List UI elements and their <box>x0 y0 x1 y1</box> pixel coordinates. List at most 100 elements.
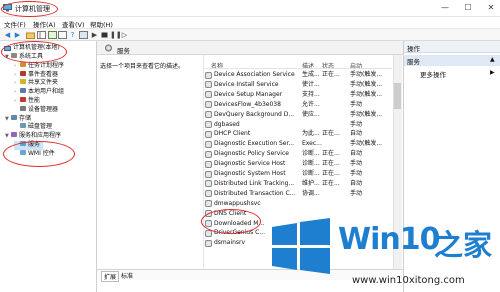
tree-item-label: 共享文件夹 <box>28 79 59 87</box>
service-name: DevQuery Background D... <box>214 110 295 118</box>
tree-item-label: 服务和应用程序 <box>19 132 62 140</box>
title-bar <box>0 0 500 17</box>
tree-item-label: 性能 <box>28 97 41 104</box>
service-name: DHCP Client <box>214 130 251 138</box>
service-gear-icon <box>205 150 212 158</box>
show-tree-icon[interactable] <box>37 31 46 39</box>
tree-node-icon <box>20 70 26 76</box>
service-row[interactable]: dgbased 手动 <box>204 120 392 130</box>
service-status: 正在... <box>322 170 340 177</box>
service-startup-type: 手动(触发... <box>350 110 383 118</box>
service-name: Device Setup Manager <box>214 90 283 98</box>
tree-item[interactable]: › 共享文件夹 <box>14 79 58 88</box>
menu-view[interactable]: 查看(V) <box>62 19 85 29</box>
tree-item[interactable]: › 本地用户和组 <box>14 88 64 97</box>
service-row[interactable]: Diagnostic Execution Ser... Exec... 手动(触发.… <box>204 139 392 149</box>
pause-icon[interactable]: ❚❚ <box>110 31 122 39</box>
service-status: 正在... <box>322 150 340 158</box>
service-name: Diagnostic Execution Ser... <box>214 140 295 148</box>
more-actions[interactable]: 更多操作 <box>420 69 446 79</box>
annotation-ellipse-root <box>1 41 67 63</box>
service-gear-icon <box>205 180 212 188</box>
help-icon[interactable]: ? <box>68 31 77 39</box>
service-row[interactable]: Device Association Service 生成... 正在... 手动(触… <box>204 70 392 80</box>
service-status: 正在... <box>322 160 340 168</box>
tab-extended[interactable]: 扩展 <box>101 271 120 282</box>
service-startup-type: 手动 <box>350 120 363 128</box>
service-row[interactable]: dmwappushsvc <box>204 199 392 209</box>
tree-node-icon <box>20 105 26 111</box>
actions-selected-services[interactable]: 服务 <box>404 55 500 66</box>
tree-item[interactable]: 设备管理器 <box>14 105 58 115</box>
tree-node-icon <box>20 123 26 129</box>
forward-icon[interactable]: ▶ <box>13 31 22 39</box>
service-row[interactable]: Distributed Link Tracking... 维护... 正在... 自动 <box>204 179 392 189</box>
tab-standard[interactable]: 标准 <box>119 271 135 280</box>
service-row[interactable]: DevQuery Background D... 使应... 手动(触发... <box>204 110 392 120</box>
watermark-brand: Win10 <box>338 222 440 257</box>
service-name: Device Association Service <box>214 71 295 78</box>
stop-icon[interactable] <box>100 31 109 39</box>
service-row[interactable]: Diagnostic Policy Service 诊断... 正在... 自动 <box>204 149 392 159</box>
tree-item[interactable]: › 性能 <box>14 97 40 106</box>
services-header-bar <box>97 41 403 55</box>
watermark-url: www.win10xitong.com <box>352 275 465 286</box>
maximize-button[interactable]: ☐ <box>461 2 475 14</box>
minimize-button[interactable]: — <box>438 2 452 14</box>
service-name: Device Install Service <box>214 80 279 88</box>
service-startup-type: 手动 <box>350 189 363 197</box>
play-icon[interactable]: ▶ <box>90 31 99 39</box>
service-name: dmwappushsvc <box>214 199 261 207</box>
service-description: 维护... <box>302 179 320 187</box>
refresh-icon[interactable] <box>48 31 57 39</box>
service-row[interactable]: Device Setup Manager 支持... 手动(触发... <box>204 90 392 100</box>
service-name: DevicesFlow_4b3e038 <box>214 100 281 108</box>
service-row[interactable]: Device Install Service 使计... 手动(触发... <box>204 80 392 90</box>
menu-action[interactable]: 操作(A) <box>33 19 56 29</box>
service-gear-icon <box>205 140 212 148</box>
service-startup-type: 手动 <box>350 170 363 177</box>
tree-node-icon <box>20 79 26 85</box>
service-row[interactable]: Distributed Transaction C... 协调... 手动 <box>204 189 392 199</box>
tree-node-icon <box>20 88 26 94</box>
tree-node-icon <box>11 114 17 120</box>
service-status: 正在... <box>322 71 340 78</box>
service-name: dgbased <box>214 120 240 128</box>
properties-icon[interactable] <box>79 31 88 39</box>
close-button[interactable]: ✕ <box>484 2 498 14</box>
up-folder-icon[interactable] <box>26 31 35 39</box>
export-icon[interactable] <box>58 31 67 39</box>
service-status: 正在... <box>322 130 340 138</box>
tree-item[interactable]: › 任务计划程序 <box>14 61 64 71</box>
service-gear-icon <box>205 71 212 79</box>
windows-logo-icon <box>272 218 330 274</box>
service-startup-type: 手动 <box>350 100 363 108</box>
service-name: Diagnostic Service Host <box>214 160 286 168</box>
service-name: Distributed Link Tracking... <box>214 179 295 187</box>
restart-icon[interactable]: ▷ <box>120 31 129 39</box>
tree-item[interactable]: ▼ 服务和应用程序 <box>5 132 61 141</box>
service-row[interactable]: Diagnostic System Host 诊断... 正在... 手动 <box>204 169 392 179</box>
service-description: 为此... <box>302 130 320 138</box>
service-gear-icon <box>205 91 212 99</box>
service-row[interactable]: DHCP Client 为此... 正在... 自动 <box>204 129 392 139</box>
service-startup-type: 手动 <box>350 160 363 168</box>
tree-item-label: 事件查看器 <box>28 70 59 78</box>
service-description: Exec... <box>302 140 322 148</box>
service-description: 允许... <box>302 100 320 108</box>
service-gear-icon <box>205 121 212 128</box>
tree-item[interactable]: 磁盘管理 <box>14 123 52 132</box>
service-startup-type: 自动 <box>350 130 363 138</box>
gear-icon <box>104 44 113 52</box>
scrollbar-thumb[interactable] <box>394 83 401 109</box>
service-row[interactable]: DevicesFlow_4b3e038 允许... 手动 <box>204 100 392 110</box>
menu-file[interactable]: 文件(F) <box>4 19 26 29</box>
service-description: 支持... <box>302 90 320 98</box>
back-icon[interactable]: ◀ <box>3 31 12 39</box>
collapse-icon[interactable]: ▲ <box>490 56 495 63</box>
services-header-title: 服务 <box>117 47 130 55</box>
service-gear-icon <box>205 170 212 178</box>
column-divider <box>204 68 392 69</box>
menu-help[interactable]: 帮助(H) <box>90 19 113 29</box>
service-row[interactable]: Diagnostic Service Host 诊断... 正在... 手动 <box>204 159 392 169</box>
